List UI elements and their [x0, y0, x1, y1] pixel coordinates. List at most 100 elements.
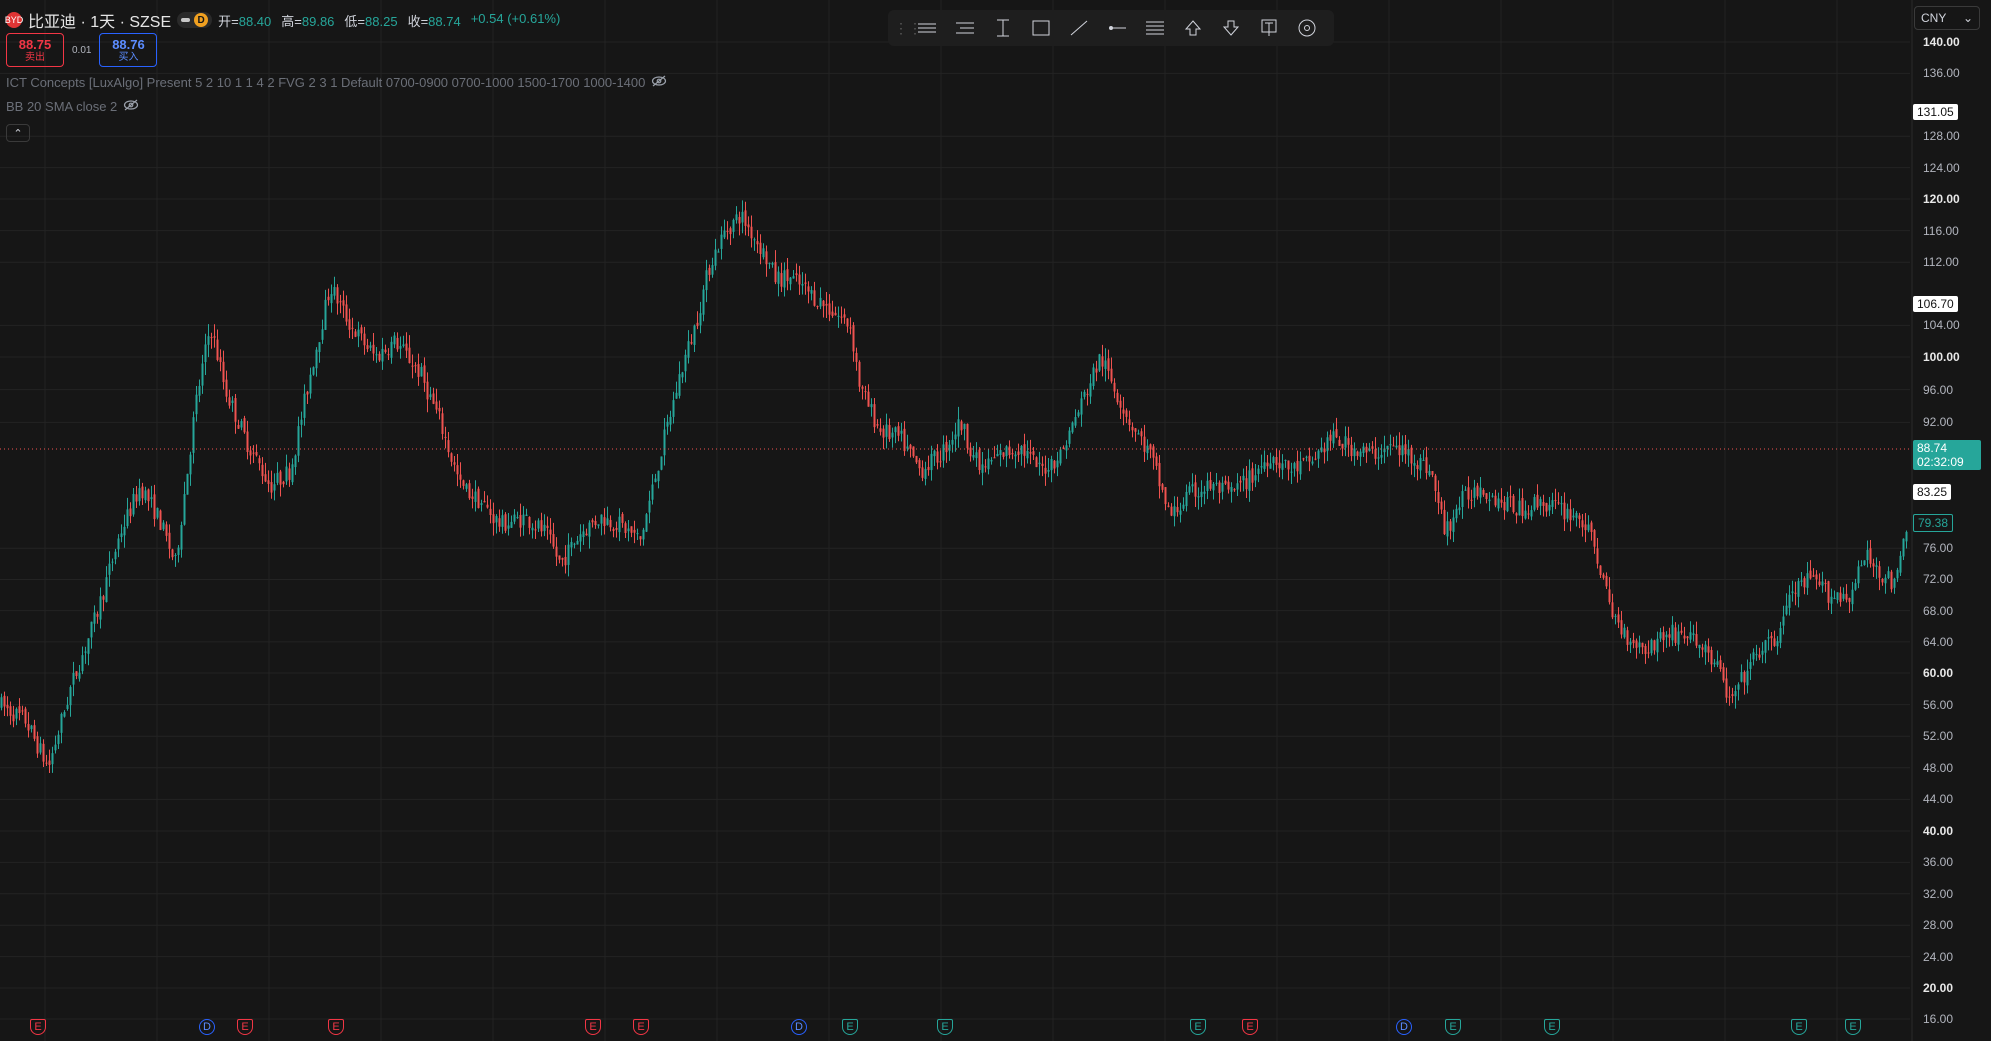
earnings-marker[interactable]: E — [1845, 1019, 1861, 1035]
candle-body — [318, 342, 321, 353]
symbol-legend[interactable]: BYD 比亚迪 · 1天 · SZSE D 开=88.40 高=89.86 低=… — [5, 8, 561, 32]
candle-body — [1065, 445, 1068, 451]
candle-body — [1377, 457, 1380, 459]
earnings-marker[interactable]: E — [1791, 1019, 1807, 1035]
earnings-marker[interactable]: E — [633, 1019, 649, 1035]
currency-select[interactable]: CNY ⌄ — [1914, 6, 1980, 30]
candle-body — [591, 520, 594, 523]
candle-body — [330, 294, 333, 304]
candle-body — [1731, 694, 1734, 697]
eye-hidden-icon[interactable] — [651, 75, 667, 90]
candle-body — [1185, 491, 1188, 507]
candle-body — [1638, 642, 1641, 648]
pitchfork-lines-icon[interactable] — [1136, 13, 1174, 43]
interval-pill[interactable]: D — [177, 12, 213, 28]
candle-body — [1758, 654, 1761, 658]
target-icon[interactable] — [1288, 13, 1326, 43]
dividend-marker[interactable]: D — [791, 1019, 807, 1035]
candle-body — [720, 234, 723, 249]
candle-body — [1227, 481, 1230, 490]
candle-body — [1365, 446, 1368, 453]
candle-body — [1176, 507, 1179, 513]
candle-body — [537, 520, 540, 529]
sell-button[interactable]: 88.75 卖出 — [6, 33, 64, 67]
price-tick-label: 120.00 — [1923, 192, 1960, 206]
candle-body — [1617, 614, 1620, 623]
candle-body — [741, 211, 744, 223]
candle-body — [543, 524, 546, 532]
candle-body — [981, 464, 984, 473]
candle-body — [459, 474, 462, 480]
earnings-marker[interactable]: E — [1544, 1019, 1560, 1035]
candle-body — [1656, 638, 1659, 653]
candle-body — [672, 400, 675, 417]
trend-line-icon[interactable] — [1060, 13, 1098, 43]
rectangle-icon[interactable] — [1022, 13, 1060, 43]
candle-body — [1272, 457, 1275, 464]
candle-body — [1854, 583, 1857, 590]
symbol-title[interactable]: 比亚迪 · 1天 · SZSE — [28, 8, 171, 32]
level-lines-icon[interactable] — [946, 13, 984, 43]
arrow-down-icon[interactable] — [1212, 13, 1250, 43]
candle-body — [426, 381, 429, 400]
candle-body — [1680, 630, 1683, 633]
candle-body — [1431, 471, 1434, 475]
candle-body — [138, 488, 141, 502]
earnings-marker[interactable]: E — [1242, 1019, 1258, 1035]
candle-body — [1293, 463, 1296, 469]
candle-body — [963, 423, 966, 430]
horizontal-lines-icon[interactable] — [908, 13, 946, 43]
indicator-legend-ict[interactable]: ICT Concepts [LuxAlgo] Present 5 2 10 1 … — [6, 75, 667, 90]
earnings-marker[interactable]: E — [237, 1019, 253, 1035]
candle-body — [417, 364, 420, 377]
dividend-marker[interactable]: D — [199, 1019, 215, 1035]
earnings-marker[interactable]: E — [1190, 1019, 1206, 1035]
candle-body — [135, 494, 138, 502]
candle-body — [498, 518, 501, 527]
candle-body — [1131, 426, 1134, 431]
eye-hidden-icon[interactable] — [123, 99, 139, 114]
indicator-legend-bb[interactable]: BB 20 SMA close 2 — [6, 99, 139, 114]
earnings-marker[interactable]: E — [30, 1019, 46, 1035]
price-chart[interactable] — [0, 0, 1991, 1041]
candle-body — [300, 419, 303, 425]
candle-body — [1515, 513, 1518, 516]
candle-body — [936, 451, 939, 463]
candle-body — [1566, 508, 1569, 519]
collapse-legend-button[interactable]: ⌃ — [6, 124, 30, 142]
candle-body — [594, 520, 597, 526]
chevron-up-icon: ⌃ — [13, 127, 23, 140]
interval-badge: D — [194, 13, 209, 27]
text-note-icon[interactable] — [1250, 13, 1288, 43]
earnings-marker[interactable]: E — [937, 1019, 953, 1035]
vertical-range-icon[interactable] — [984, 13, 1022, 43]
arrow-up-icon[interactable] — [1174, 13, 1212, 43]
candle-body — [1851, 589, 1854, 605]
candle-body — [822, 300, 825, 307]
price-tick-label: 44.00 — [1923, 792, 1954, 807]
earnings-marker[interactable]: E — [1445, 1019, 1461, 1035]
candle-body — [1635, 640, 1638, 648]
candle-body — [285, 466, 288, 482]
price-tick-label: 128.00 — [1923, 129, 1960, 144]
candle-body — [1878, 566, 1881, 578]
candle-body — [861, 386, 864, 389]
buy-button[interactable]: 88.76 买入 — [99, 33, 158, 67]
candle-body — [450, 453, 453, 462]
candle-body — [1764, 640, 1767, 653]
candle-body — [1434, 475, 1437, 491]
earnings-marker[interactable]: E — [585, 1019, 601, 1035]
candle-body — [414, 365, 417, 367]
candle-body — [624, 523, 627, 534]
candle-body — [141, 486, 144, 499]
candle-body — [213, 336, 216, 338]
earnings-marker[interactable]: E — [328, 1019, 344, 1035]
candle-body — [1017, 451, 1020, 455]
earnings-marker[interactable]: E — [842, 1019, 858, 1035]
candle-body — [1734, 691, 1737, 697]
drag-handle-icon[interactable]: ⋮⋮ — [894, 20, 922, 37]
dividend-marker[interactable]: D — [1396, 1019, 1412, 1035]
candle-body — [1710, 649, 1713, 665]
candle-body — [351, 327, 354, 329]
horizontal-ray-icon[interactable] — [1098, 13, 1136, 43]
